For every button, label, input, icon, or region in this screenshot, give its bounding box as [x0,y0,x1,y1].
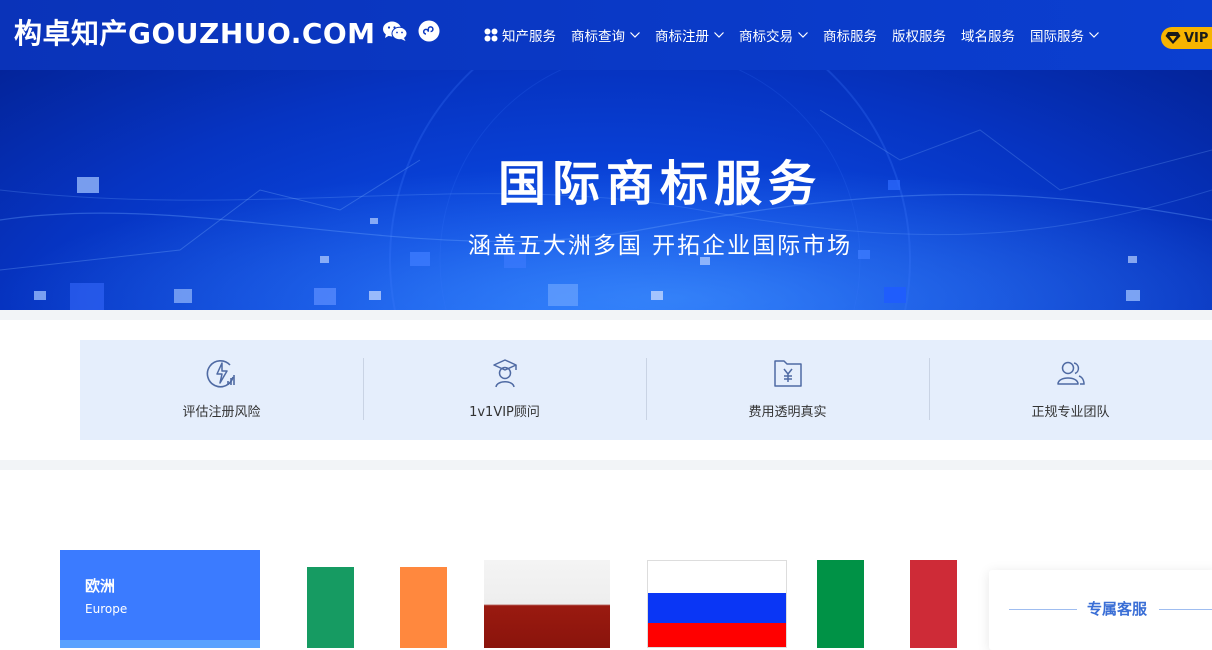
ireland-flag[interactable] [300,560,454,648]
vip-label: VIP [1184,30,1209,46]
flag-stripe-green [307,567,354,648]
region-tab-europe[interactable]: 欧洲 Europe [60,550,260,648]
site-header: 构卓知产GOUZHUO.COM 知产服务 商标查询 商标注册 商标交易 商标服务… [0,0,1212,70]
section-divider [0,460,1212,470]
flag-stripe-white [863,560,911,648]
chevron-down-icon [1089,32,1099,38]
region-name: 欧洲 [85,577,116,595]
chevron-down-icon [630,32,640,38]
consultant-icon [492,359,517,388]
section-divider [0,310,1212,320]
feature-item: 费用透明真实 [646,340,929,440]
poland-flag[interactable] [484,560,610,648]
fee-document-icon [773,360,802,387]
region-tab-indicator [60,640,260,648]
feature-label: 评估注册风险 [182,405,261,420]
feature-item: 正规专业团队 [929,340,1212,440]
logo-chinese-text: 构卓知产 [14,17,129,50]
nav-label: 知产服务 [502,29,556,45]
hero-banner: 国际商标服务 涵盖五大洲多国 开拓企业国际市场 [0,70,1212,310]
divider-line [1009,609,1077,610]
feature-label: 1v1VIP顾问 [469,405,540,420]
diamond-icon [1165,32,1181,44]
nav-label: 国际服务 [1030,29,1084,45]
italy-flag[interactable] [817,560,957,648]
site-logo[interactable]: 构卓知产GOUZHUO.COM [14,12,376,52]
nav-label: 商标交易 [739,29,793,45]
customer-service-panel[interactable]: 专属客服 [989,570,1212,650]
feature-label: 正规专业团队 [1031,405,1110,420]
russia-flag[interactable] [647,560,787,648]
vip-button[interactable]: VIP [1161,27,1212,49]
team-icon [1056,361,1085,385]
wechat-icon[interactable] [382,20,408,42]
flag-stripe-red [910,560,957,648]
banner-subtitle: 涵盖五大洲多国 开拓企业国际市场 [467,233,853,259]
nav-label: 商标服务 [823,29,877,45]
nav-label: 域名服务 [961,29,1015,45]
nav-trademark-services[interactable]: 商标服务 [823,25,877,45]
nav-international-services[interactable]: 国际服务 [1030,25,1099,45]
chevron-down-icon [798,32,808,38]
flag-stripe-blue [648,593,786,623]
nav-trademark-search[interactable]: 商标查询 [571,25,640,45]
region-name-en: Europe [85,602,128,616]
flag-stripe-orange [400,567,447,648]
feature-item: 评估注册风险 [80,340,363,440]
chevron-down-icon [714,32,724,38]
nav-label: 商标注册 [655,29,709,45]
divider-line [1159,609,1212,610]
mini-program-icon[interactable] [418,20,440,42]
logo-domain-text: GOUZHUO.COM [128,17,376,50]
customer-service-title: 专属客服 [1087,600,1148,618]
nav-copyright-services[interactable]: 版权服务 [892,25,946,45]
nav-trademark-registration[interactable]: 商标注册 [655,25,724,45]
flag-stripe-red [648,623,786,647]
feature-strip: 评估注册风险 1v1VIP顾问 费用透明真实 正规专业团队 [80,340,1212,440]
grid-icon [484,28,498,42]
main-nav: 知产服务 商标查询 商标注册 商标交易 商标服务 版权服务 域名服务 国际服务 [484,0,1114,70]
feature-item: 1v1VIP顾问 [363,340,646,440]
nav-domain-services[interactable]: 域名服务 [961,25,1015,45]
banner-title: 国际商标服务 [497,156,822,212]
nav-ip-services[interactable]: 知产服务 [484,25,556,45]
flag-stripe-white [648,561,786,593]
risk-assessment-icon [206,360,235,388]
flag-stripe-green [817,560,864,648]
nav-trademark-trading[interactable]: 商标交易 [739,25,808,45]
nav-label: 版权服务 [892,29,946,45]
nav-label: 商标查询 [571,29,625,45]
feature-label: 费用透明真实 [748,405,827,420]
